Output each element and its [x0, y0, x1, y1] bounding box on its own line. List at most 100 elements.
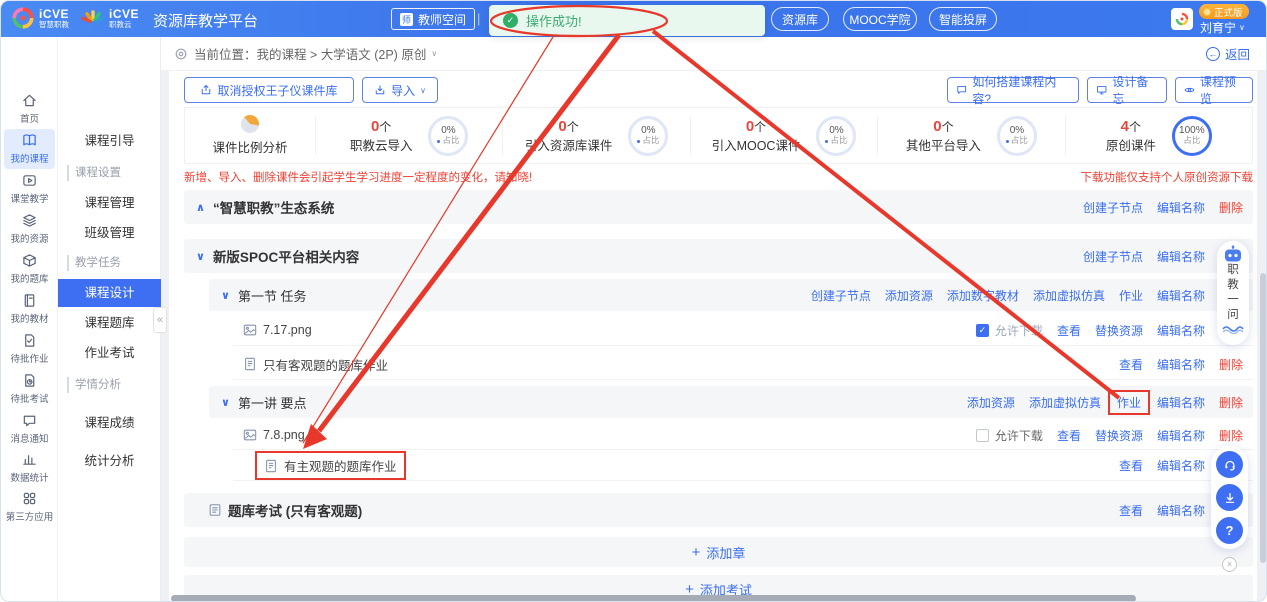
submenu-item-class-management[interactable]: 班级管理 [58, 219, 161, 247]
chevron-down-icon[interactable]: ∨ [196, 250, 205, 263]
how-to-build-course-button[interactable]: 如何搭建课程内容? [947, 77, 1079, 103]
brand1-name: iCVE [39, 8, 69, 20]
action-create-child-node[interactable]: 创建子节点 [1083, 199, 1143, 216]
action-edit-name[interactable]: 编辑名称 [1157, 427, 1205, 444]
chevron-down-icon[interactable]: ∨ [431, 49, 437, 58]
vertical-scrollbar[interactable] [1260, 273, 1266, 563]
percent-gauge: 0%占比 [428, 116, 468, 156]
chevron-up-icon[interactable]: ∧ [196, 201, 205, 214]
action-add-resource[interactable]: 添加资源 [967, 394, 1015, 411]
courseware-ratio-analysis[interactable]: 课件比例分析 [185, 115, 315, 156]
sidebar-item-messages[interactable]: 消息通知 [4, 409, 55, 449]
add-chapter-button[interactable]: + 添加章 [184, 537, 1253, 567]
sidebar-item-classroom-teaching[interactable]: 课堂教学 [4, 169, 55, 209]
design-memo-button[interactable]: 设计备忘 [1087, 77, 1167, 103]
submenu-item-course-grades[interactable]: 课程成绩 [58, 409, 161, 437]
teacher-space-button[interactable]: 师 教师空间 [391, 8, 475, 30]
nav-pill-resource-library[interactable]: 资源库 [771, 7, 829, 31]
submenu-item-homework-exams[interactable]: 作业考试 [58, 339, 161, 367]
submenu-item-course-design[interactable]: 课程设计 [58, 279, 161, 307]
chapter-title: “智慧职教”生态系统 [213, 197, 335, 217]
icve-shell-logo-icon [81, 6, 105, 30]
action-view[interactable]: 查看 [1119, 457, 1143, 474]
allow-download-checkbox[interactable] [976, 429, 989, 442]
close-widgets-button[interactable]: × [1222, 557, 1237, 572]
cancel-authorization-button[interactable]: 取消授权王子仪课件库 [184, 77, 354, 103]
sidebar-item-my-textbooks[interactable]: 我的教材 [4, 289, 55, 329]
action-add-virtual-simulation[interactable]: 添加虚拟仿真 [1033, 287, 1105, 304]
action-delete[interactable]: 删除 [1219, 356, 1243, 373]
chevron-down-icon[interactable]: ∨ [221, 289, 230, 302]
chapter-row: ∧ “智慧职教”生态系统 创建子节点 编辑名称 删除 [184, 190, 1253, 224]
back-label: 返回 [1225, 44, 1250, 63]
action-delete[interactable]: 删除 [1219, 427, 1243, 444]
sidebar-collapse-handle[interactable]: « [153, 307, 167, 333]
submenu-label: 课程设计 [84, 286, 134, 300]
action-edit-name[interactable]: 编辑名称 [1157, 394, 1205, 411]
chevron-down-icon[interactable]: ∨ [221, 396, 230, 409]
action-homework[interactable]: 作业 [1119, 287, 1143, 304]
import-button[interactable]: 导入 ∨ [362, 77, 438, 103]
action-replace-resource[interactable]: 替换资源 [1095, 322, 1143, 339]
section-row: ∨ 第一节 任务 创建子节点 添加资源 添加数字教材 添加虚拟仿真 作业 编辑名… [209, 279, 1253, 311]
action-delete[interactable]: 删除 [1219, 199, 1243, 216]
floating-action-buttons: ? [1211, 446, 1248, 549]
app-mini-icon[interactable] [1171, 8, 1193, 30]
homework-title: 只有客观题的题库作业 [263, 355, 388, 374]
zhijiao-assistant-widget[interactable]: 职 教 一 问 [1217, 241, 1249, 345]
breadcrumb-path[interactable]: 我的课程 > 大学语文 (2P) 原创 [257, 44, 427, 63]
allow-download-checkbox[interactable]: ✓ [976, 324, 989, 337]
course-preview-button[interactable]: 课程预览 [1175, 77, 1253, 103]
submenu-section-label: 教学任务 [75, 257, 121, 269]
user-menu[interactable]: 刘育宁 ∨ [1200, 19, 1245, 36]
stat-unit: 个 [567, 120, 579, 134]
submenu-item-statistical-analysis[interactable]: 统计分析 [58, 447, 161, 475]
chevron-down-icon: ∨ [1239, 23, 1245, 32]
annotated-homework-item[interactable]: 有主观题的题库作业 [255, 451, 406, 480]
nav-pill-smart-casting[interactable]: 智能投屏 [929, 7, 997, 31]
action-edit-name[interactable]: 编辑名称 [1157, 199, 1205, 216]
action-add-digital-textbook[interactable]: 添加数字教材 [947, 287, 1019, 304]
sidebar-item-my-resources[interactable]: 我的资源 [4, 209, 55, 249]
stat-unit: 个 [754, 120, 766, 134]
image-file-icon [243, 323, 257, 337]
stat-label: 课件比例分析 [212, 137, 287, 156]
action-edit-name[interactable]: 编辑名称 [1157, 322, 1205, 339]
sidebar-item-pending-homework[interactable]: 待批作业 [4, 329, 55, 369]
action-add-resource[interactable]: 添加资源 [885, 287, 933, 304]
sidebar-item-home[interactable]: 首页 [4, 89, 55, 129]
back-button[interactable]: ← 返回 [1206, 44, 1250, 63]
version-badge-label: 正式版 [1214, 5, 1243, 19]
action-edit-name[interactable]: 编辑名称 [1157, 356, 1205, 373]
action-edit-name[interactable]: 编辑名称 [1157, 502, 1205, 519]
sidebar-item-pending-exams[interactable]: 待批考试 [4, 369, 55, 409]
help-button[interactable]: ? [1216, 517, 1243, 544]
action-create-child-node[interactable]: 创建子节点 [1083, 248, 1143, 265]
action-view[interactable]: 查看 [1057, 427, 1081, 444]
submenu-item-course-guide[interactable]: 课程引导 [58, 127, 161, 155]
action-view[interactable]: 查看 [1119, 356, 1143, 373]
action-edit-name[interactable]: 编辑名称 [1157, 287, 1205, 304]
sidebar-item-third-party-apps[interactable]: 第三方应用 [4, 487, 55, 527]
action-view[interactable]: 查看 [1057, 322, 1081, 339]
submenu-item-course-question-bank[interactable]: 课程题库 [58, 309, 161, 337]
nav-pill-mooc-academy[interactable]: MOOC学院 [843, 7, 917, 31]
action-create-child-node[interactable]: 创建子节点 [811, 287, 871, 304]
action-homework-highlighted[interactable]: 作业 [1108, 390, 1150, 415]
action-edit-name[interactable]: 编辑名称 [1157, 457, 1205, 474]
horizontal-scrollbar[interactable] [171, 595, 1136, 602]
action-view[interactable]: 查看 [1119, 502, 1143, 519]
action-replace-resource[interactable]: 替换资源 [1095, 427, 1143, 444]
action-add-virtual-simulation[interactable]: 添加虚拟仿真 [1029, 394, 1101, 411]
submenu-label: 班级管理 [84, 226, 134, 240]
download-button[interactable] [1216, 484, 1243, 511]
pill-label: 资源库 [782, 11, 818, 28]
sidebar-item-label: 我的题库 [10, 271, 48, 285]
sidebar-item-data-statistics[interactable]: 数据统计 [4, 448, 55, 488]
submenu-item-course-management[interactable]: 课程管理 [58, 189, 161, 217]
support-button[interactable] [1216, 451, 1243, 478]
sidebar-item-my-courses[interactable]: 我的课程 [4, 129, 55, 169]
sidebar-item-my-question-bank[interactable]: 我的题库 [4, 249, 55, 289]
action-edit-name[interactable]: 编辑名称 [1157, 248, 1205, 265]
action-delete[interactable]: 删除 [1219, 394, 1243, 411]
